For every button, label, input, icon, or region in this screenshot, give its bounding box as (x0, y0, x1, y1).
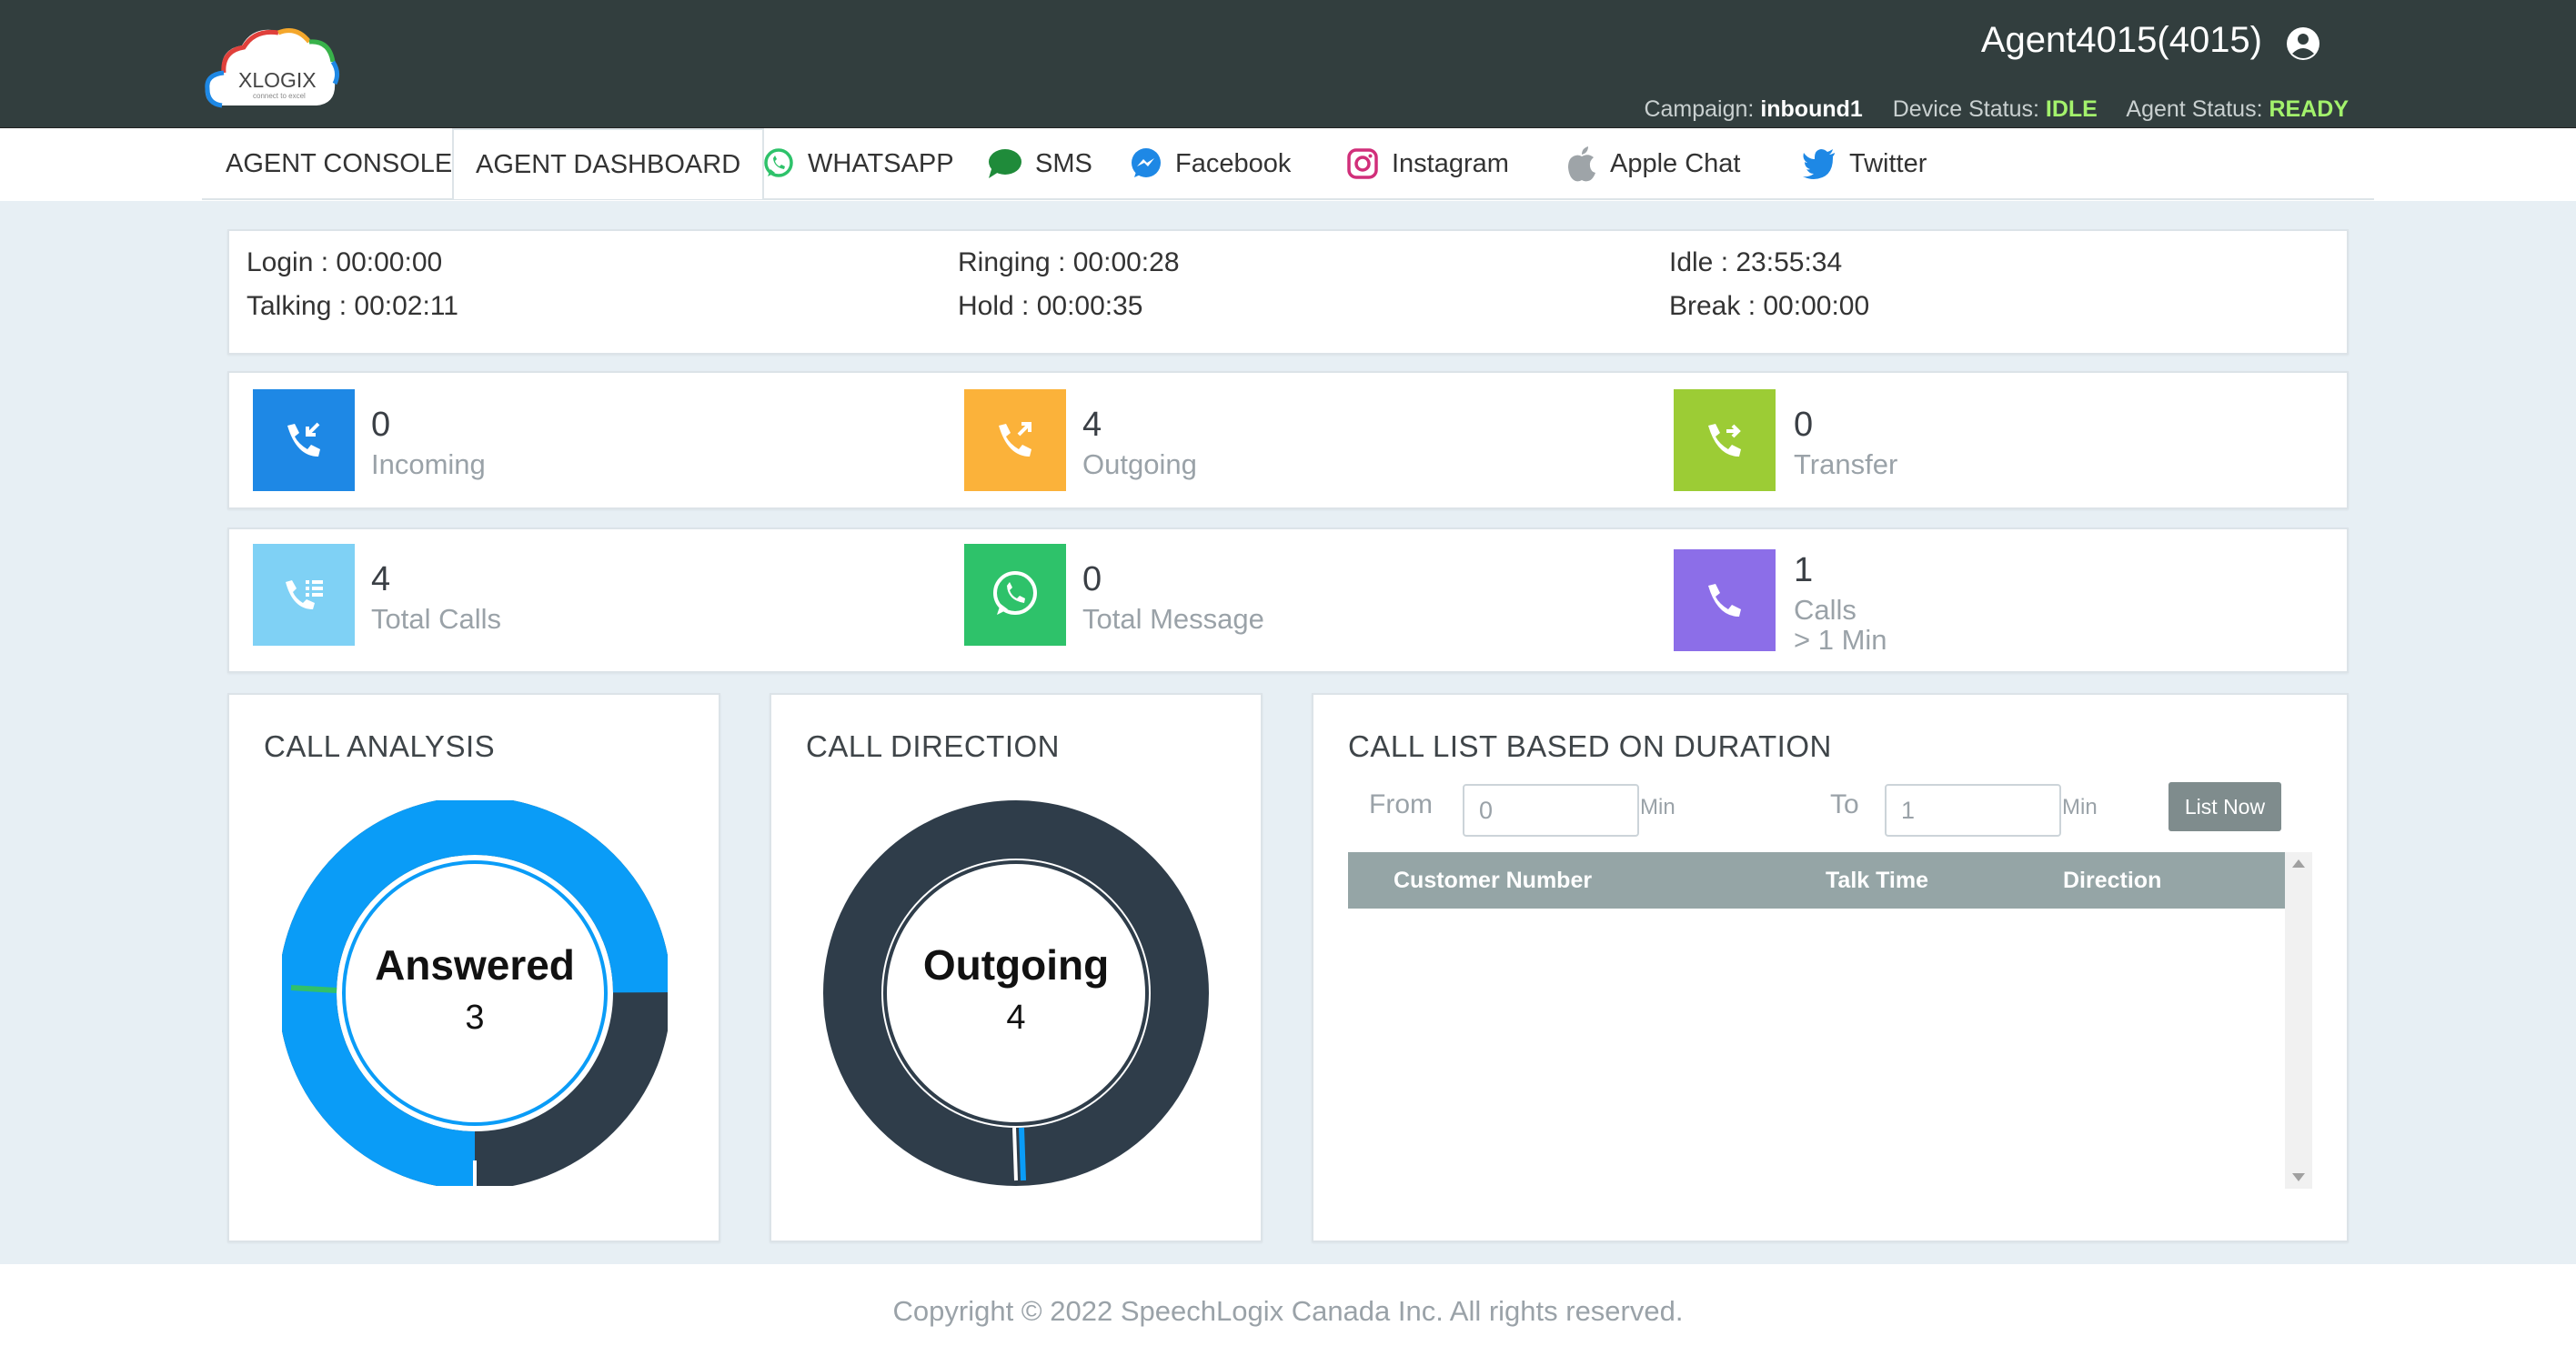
sms-icon (989, 149, 1021, 178)
incoming-call-icon (253, 389, 355, 491)
from-input[interactable] (1463, 784, 1639, 837)
calls-1min-sublabel: > 1 Min (1794, 624, 1887, 656)
agent-name: Agent4015(4015) (1980, 20, 2262, 60)
tab-agent-console[interactable]: AGENT CONSOLE (226, 128, 452, 199)
break-timer: Break : 00:00:00 (1669, 291, 1870, 321)
tab-label: Instagram (1392, 148, 1509, 178)
tab-agent-dashboard[interactable]: AGENT DASHBOARD (452, 128, 765, 199)
twitter-icon (1803, 149, 1835, 179)
total-calls-count: 4 (371, 560, 391, 598)
whatsapp-message-icon (964, 544, 1066, 646)
tab-sms[interactable]: SMS (986, 128, 1092, 199)
campaign-value: inbound1 (1760, 96, 1863, 122)
col-direction[interactable]: Direction (2063, 868, 2161, 894)
call-list-table-body (1348, 909, 2285, 1189)
calls-1min-count: 1 (1794, 551, 1814, 589)
green-segment (290, 985, 337, 993)
transfer-call-icon (1674, 389, 1776, 491)
stats-row-1 (227, 371, 2349, 509)
total-message-label: Total Message (1082, 603, 1264, 635)
agent-status-label: Agent Status: (2126, 96, 2263, 122)
stats-row-2 (227, 527, 2349, 673)
device-status-value: IDLE (2045, 96, 2098, 122)
agent-status-value: READY (2269, 96, 2349, 122)
call-direction-center: Outgoing 4 (880, 940, 1152, 1038)
tab-label: Facebook (1175, 148, 1292, 178)
transfer-count: 0 (1794, 406, 1814, 444)
login-timer: Login : 00:00:00 (247, 247, 443, 277)
from-unit: Min (1640, 795, 1675, 819)
tab-instagram[interactable]: Instagram (1346, 128, 1509, 199)
whatsapp-icon (764, 148, 793, 177)
phone-icon (1674, 549, 1776, 651)
transfer-label: Transfer (1794, 448, 1898, 480)
call-direction-title: CALL DIRECTION (806, 729, 1060, 763)
to-input[interactable] (1885, 784, 2061, 837)
messenger-icon (1132, 148, 1161, 177)
tab-apple-chat[interactable]: Apple Chat (1566, 128, 1741, 199)
device-status-label: Device Status: (1892, 96, 2039, 122)
status-line: Campaign: inbound1 Device Status: IDLE A… (1644, 96, 2349, 123)
scroll-up-arrow-icon[interactable] (2292, 859, 2305, 868)
apple-icon (1568, 146, 1595, 182)
answered-value: 3 (465, 999, 485, 1037)
idle-timer: Idle : 23:55:34 (1669, 247, 1843, 277)
tab-label: WHATSAPP (808, 148, 954, 178)
xlogix-logo[interactable]: XLOGIX connect to excel (202, 22, 340, 113)
logo-text: XLOGIX (238, 68, 317, 92)
call-list-icon (253, 544, 355, 646)
talking-timer: Talking : 00:02:11 (247, 291, 458, 321)
tab-label: Apple Chat (1610, 148, 1741, 178)
call-list-title: CALL LIST BASED ON DURATION (1348, 729, 1832, 763)
total-message-count: 0 (1082, 560, 1102, 598)
outgoing-call-icon (964, 389, 1066, 491)
tab-label: Twitter (1849, 148, 1927, 178)
outgoing-label: Outgoing (922, 941, 1110, 989)
campaign-label: Campaign: (1644, 96, 1755, 122)
call-list-scrollbar[interactable] (2285, 852, 2312, 1189)
instagram-icon (1347, 148, 1378, 179)
outgoing-count: 4 (1082, 406, 1102, 444)
call-analysis-center: Answered 3 (338, 940, 611, 1038)
to-label: To (1830, 789, 1859, 819)
col-talk-time[interactable]: Talk Time (1826, 868, 1928, 894)
call-analysis-title: CALL ANALYSIS (264, 729, 496, 763)
call-list-table-header: Customer Number Talk Time Direction (1348, 852, 2285, 909)
tab-label: AGENT CONSOLE (226, 148, 453, 178)
tab-facebook[interactable]: Facebook (1130, 128, 1291, 199)
svg-text:connect to excel: connect to excel (253, 92, 306, 100)
incoming-segment (1019, 1127, 1026, 1181)
user-icon[interactable] (2285, 25, 2321, 62)
tab-label: AGENT DASHBOARD (476, 149, 741, 179)
tab-twitter[interactable]: Twitter (1802, 128, 1927, 199)
tab-whatsapp[interactable]: WHATSAPP (762, 128, 954, 199)
total-calls-label: Total Calls (371, 603, 501, 635)
ringing-timer: Ringing : 00:00:28 (958, 247, 1180, 277)
outgoing-value: 4 (1006, 999, 1026, 1037)
timers-card (227, 229, 2349, 355)
col-customer-number[interactable]: Customer Number (1394, 868, 1592, 894)
scroll-down-arrow-icon[interactable] (2292, 1173, 2305, 1181)
copyright-text: Copyright © 2022 SpeechLogix Canada Inc.… (892, 1295, 1684, 1327)
from-label: From (1369, 789, 1433, 819)
hold-timer: Hold : 00:00:35 (958, 291, 1143, 321)
incoming-label: Incoming (371, 448, 486, 480)
answered-label: Answered (375, 941, 575, 989)
incoming-count: 0 (371, 406, 391, 444)
to-unit: Min (2062, 795, 2098, 819)
list-now-button[interactable]: List Now (2168, 782, 2281, 831)
calls-1min-label: Calls (1794, 594, 1857, 626)
outgoing-label: Outgoing (1082, 448, 1197, 480)
tab-label: SMS (1035, 148, 1092, 178)
